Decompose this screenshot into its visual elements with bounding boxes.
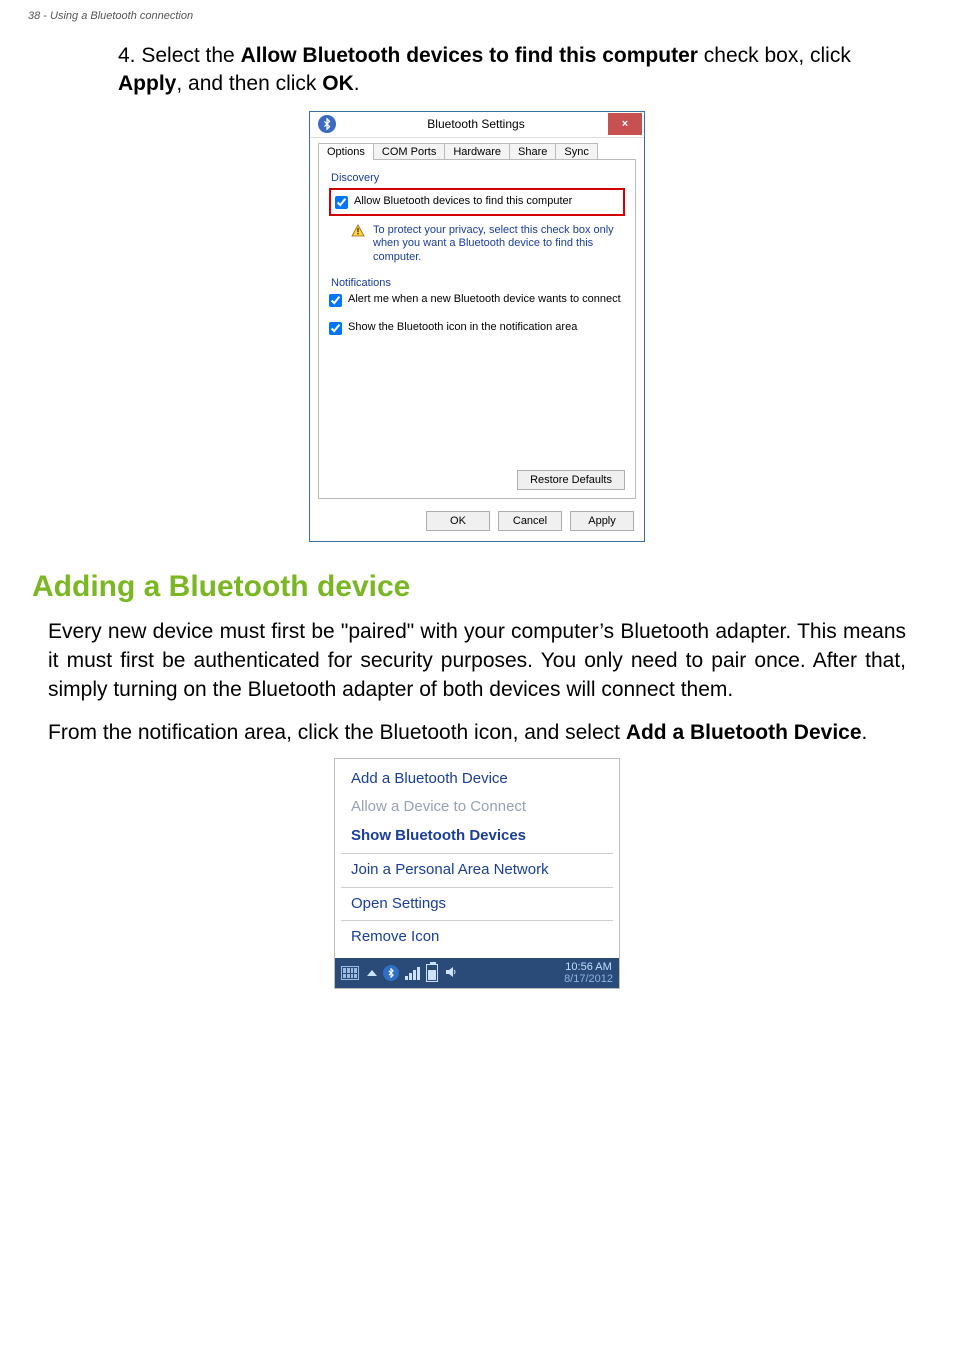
tray-open-settings[interactable]: Open Settings bbox=[335, 890, 619, 919]
dialog-body: Discovery Allow Bluetooth devices to fin… bbox=[318, 159, 636, 499]
show-icon-checkbox[interactable] bbox=[329, 322, 342, 335]
tray-add-bt-device[interactable]: Add a Bluetooth Device bbox=[335, 765, 619, 794]
tray-menu: Add a Bluetooth Device Allow a Device to… bbox=[334, 758, 620, 990]
close-button[interactable]: × bbox=[608, 113, 642, 135]
ok-button[interactable]: OK bbox=[426, 511, 490, 531]
dialog-footer: OK Cancel Apply bbox=[310, 505, 644, 541]
step4-mid2: , and then click bbox=[176, 72, 322, 95]
taskbar: 10:56 AM 8/17/2012 bbox=[335, 958, 619, 988]
alert-connect-label: Alert me when a new Bluetooth device wan… bbox=[348, 293, 621, 307]
apply-button[interactable]: Apply bbox=[570, 511, 634, 531]
tab-share[interactable]: Share bbox=[509, 143, 556, 160]
tab-options[interactable]: Options bbox=[318, 143, 374, 160]
dialog-tabs: Options COM Ports Hardware Share Sync bbox=[310, 138, 644, 159]
network-icon[interactable] bbox=[405, 966, 420, 980]
tray-separator-3 bbox=[341, 920, 613, 921]
dialog-title: Bluetooth Settings bbox=[344, 117, 608, 131]
allow-find-row[interactable]: Allow Bluetooth devices to find this com… bbox=[335, 195, 619, 209]
step4-bold3: OK bbox=[322, 72, 354, 95]
step4-suffix: . bbox=[354, 72, 360, 95]
tab-hardware[interactable]: Hardware bbox=[444, 143, 510, 160]
section-title: Adding a Bluetooth device bbox=[32, 570, 926, 604]
battery-icon[interactable] bbox=[426, 964, 438, 982]
show-icon-row[interactable]: Show the Bluetooth icon in the notificat… bbox=[329, 321, 625, 335]
keyboard-icon[interactable] bbox=[341, 966, 359, 980]
paragraph-2: From the notification area, click the Bl… bbox=[48, 719, 906, 748]
tray-allow-connect: Allow a Device to Connect bbox=[335, 793, 619, 822]
show-hidden-icons[interactable] bbox=[367, 970, 377, 976]
tab-sync[interactable]: Sync bbox=[555, 143, 597, 160]
alert-connect-row[interactable]: Alert me when a new Bluetooth device wan… bbox=[329, 293, 625, 307]
step4-bold1: Allow Bluetooth devices to find this com… bbox=[241, 44, 698, 67]
para2-bold: Add a Bluetooth Device bbox=[626, 721, 862, 744]
show-icon-label: Show the Bluetooth icon in the notificat… bbox=[348, 321, 577, 335]
alert-connect-checkbox[interactable] bbox=[329, 294, 342, 307]
warning-icon bbox=[351, 224, 365, 238]
tray-separator-1 bbox=[341, 853, 613, 854]
tray-show-bt-devices[interactable]: Show Bluetooth Devices bbox=[335, 822, 619, 851]
taskbar-clock[interactable]: 10:56 AM 8/17/2012 bbox=[564, 961, 613, 985]
step4-prefix: 4. Select the bbox=[118, 44, 241, 67]
step4-mid1: check box, click bbox=[698, 44, 851, 67]
tray-remove-icon[interactable]: Remove Icon bbox=[335, 923, 619, 952]
volume-icon[interactable] bbox=[444, 965, 458, 982]
tray-join-pan[interactable]: Join a Personal Area Network bbox=[335, 856, 619, 885]
clock-time: 10:56 AM bbox=[564, 961, 613, 973]
tray-separator-2 bbox=[341, 887, 613, 888]
para2-pre: From the notification area, click the Bl… bbox=[48, 721, 626, 744]
tray-bluetooth-icon[interactable] bbox=[383, 965, 399, 981]
clock-date: 8/17/2012 bbox=[564, 973, 613, 985]
notifications-group-label: Notifications bbox=[331, 277, 625, 289]
step4-bold2: Apply bbox=[118, 72, 176, 95]
step4-text: 4. Select the Allow Bluetooth devices to… bbox=[118, 42, 908, 99]
bluetooth-settings-dialog: Bluetooth Settings × Options COM Ports H… bbox=[309, 111, 645, 542]
paragraph-1: Every new device must first be "paired" … bbox=[48, 618, 906, 705]
cancel-button[interactable]: Cancel bbox=[498, 511, 562, 531]
para2-post: . bbox=[862, 721, 868, 744]
allow-find-label: Allow Bluetooth devices to find this com… bbox=[354, 195, 572, 209]
allow-find-checkbox[interactable] bbox=[335, 196, 348, 209]
privacy-warning: To protect your privacy, select this che… bbox=[351, 224, 625, 265]
restore-defaults-button[interactable]: Restore Defaults bbox=[517, 470, 625, 490]
bluetooth-icon bbox=[318, 115, 336, 133]
page-header: 38 - Using a Bluetooth connection bbox=[28, 10, 926, 22]
tab-com-ports[interactable]: COM Ports bbox=[373, 143, 445, 160]
dialog-titlebar: Bluetooth Settings × bbox=[310, 112, 644, 138]
highlight-box: Allow Bluetooth devices to find this com… bbox=[329, 188, 625, 216]
discovery-group-label: Discovery bbox=[331, 172, 625, 184]
privacy-warning-text: To protect your privacy, select this che… bbox=[373, 224, 625, 265]
